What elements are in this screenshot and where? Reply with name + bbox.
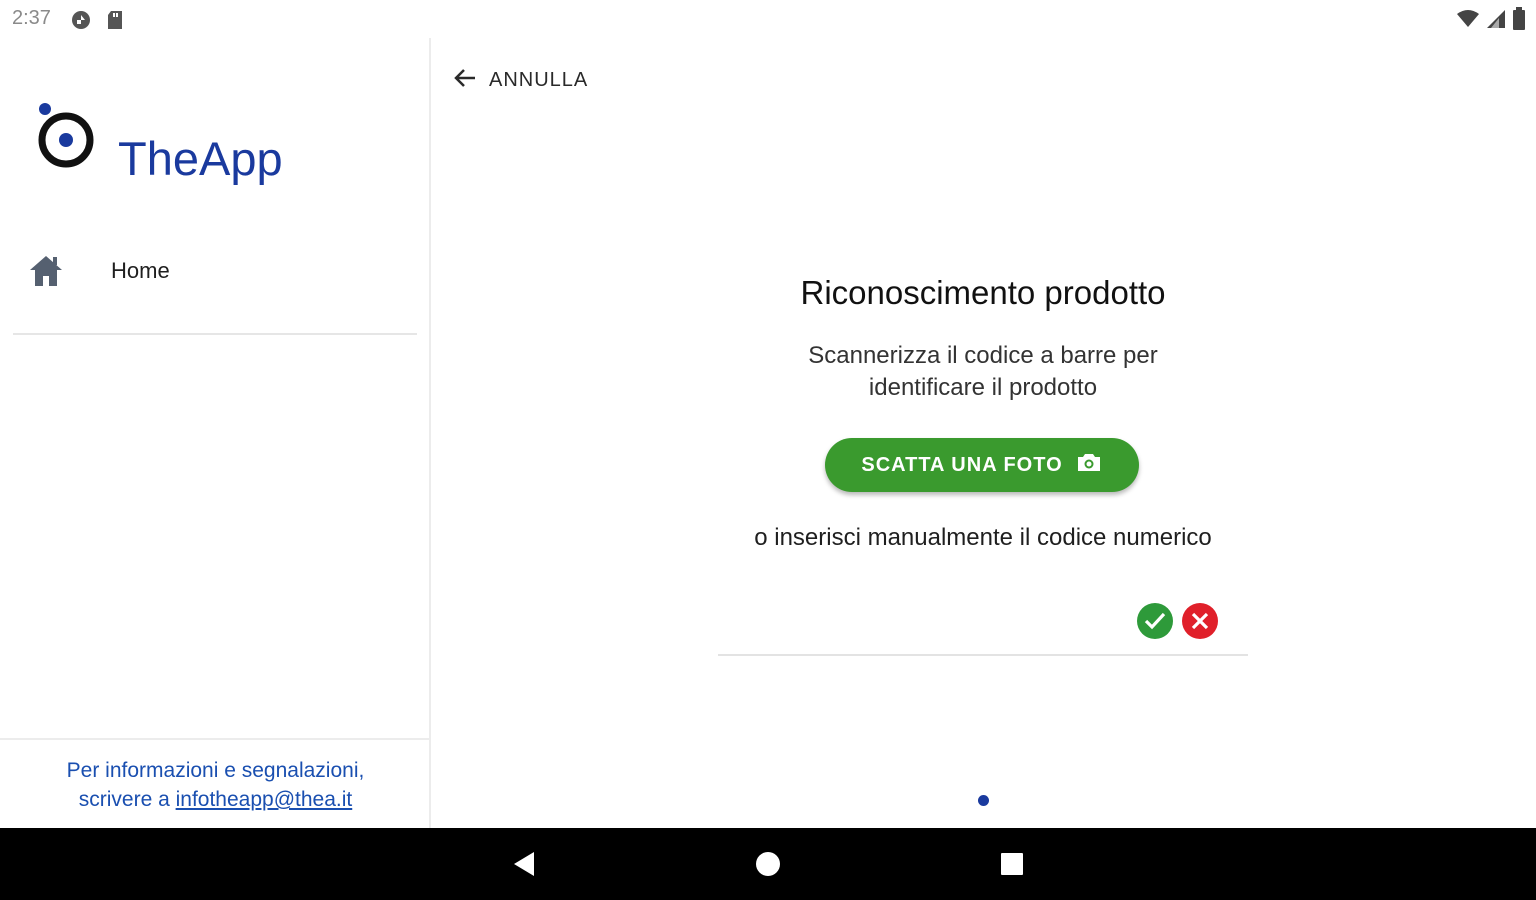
page-indicator-dot [978,795,989,806]
sd-card-icon [106,9,124,36]
camera-icon [1075,451,1103,479]
status-icons-right [1456,7,1526,36]
cancel-label: ANNULLA [489,68,589,91]
sidebar-item-home[interactable]: Home [0,242,420,302]
check-circle-icon[interactable] [1136,602,1174,640]
recents-icon[interactable] [994,846,1030,882]
contact-email-link[interactable]: infotheapp@thea.it [176,788,353,811]
battery-icon [1512,7,1526,36]
signal-icon [1486,9,1506,34]
cancel-button[interactable]: ANNULLA [453,64,588,96]
footer-text: Per informazioni e segnalazioni, [66,759,365,782]
app-screen: 2:37 TheApp Home Per informazioni e segn… [0,0,1536,900]
back-icon[interactable] [506,846,542,882]
footer-contact-line: scrivere a infotheapp@thea.it [0,785,431,814]
sidebar-footer: Per informazioni e segnalazioni, scriver… [0,756,431,814]
status-time: 2:37 [12,7,51,29]
arrow-back-icon [453,67,477,94]
take-photo-button[interactable]: SCATTA UNA FOTO [825,438,1139,492]
sidebar-item-label: Home [111,258,170,283]
navigation-drawer: TheApp Home Per informazioni e segnalazi… [0,38,431,828]
subtitle-line-2: identificare il prodotto [868,374,1098,401]
footer-divider [0,738,431,740]
sidebar-divider [13,333,417,335]
home-icon [28,254,64,288]
main-content: ANNULLA Riconoscimento prodotto Scanneri… [433,38,1536,828]
close-circle-icon[interactable] [1181,602,1219,640]
theapp-logo [32,100,98,170]
system-navigation-bar [0,828,1536,900]
home-circle-icon[interactable] [750,846,786,882]
wifi-icon [1456,9,1480,34]
app-name: TheApp [118,132,283,185]
footer-prefix: scrivere a [78,788,176,811]
page-title: Riconoscimento prodotto [800,274,1166,311]
sync-icon [70,9,92,36]
page-subtitle: Scannerizza il codice a barre per identi… [433,340,1533,404]
manual-entry-hint: o inserisci manualmente il codice numeri… [754,524,1212,551]
status-bar: 2:37 [0,0,1536,38]
take-photo-label: SCATTA UNA FOTO [861,453,1063,476]
subtitle-line-1: Scannerizza il codice a barre per [808,342,1158,369]
